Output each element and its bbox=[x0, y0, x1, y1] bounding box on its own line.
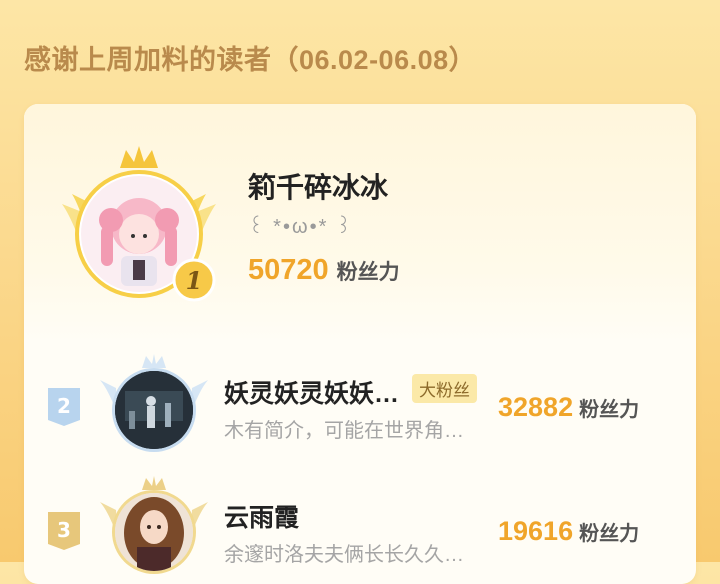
rank-3-entry[interactable]: 3 云雨霞 余邃时洛夫夫俩长长久久… 19616 粉丝力 bbox=[24, 462, 696, 582]
rank-2-signature: 木有简介，可能在世界角… bbox=[224, 420, 464, 442]
rank-2-number: 2 bbox=[57, 394, 71, 418]
avatar bbox=[115, 371, 193, 449]
rank-1-fans-label: 粉丝力 bbox=[336, 261, 400, 284]
rank-1-number: 1 bbox=[186, 266, 203, 295]
rank-2-fans: 32882 粉丝力 bbox=[498, 392, 639, 423]
rank-2-fans-count: 32882 bbox=[498, 392, 574, 422]
ranking-card: 1 筣千碎冰冰 ꒰ *•ω•* ꒱ 50720 粉丝力 2 妖灵妖灵妖妖… 大粉… bbox=[24, 104, 696, 584]
rank-2-avatar-frame bbox=[94, 354, 214, 464]
avatar bbox=[115, 493, 193, 571]
rank-1-fans: 50720 粉丝力 bbox=[248, 254, 400, 287]
big-fan-badge: 大粉丝 bbox=[412, 374, 477, 403]
rank-3-fans-label: 粉丝力 bbox=[579, 523, 640, 545]
rank-3-number: 3 bbox=[57, 518, 71, 542]
rank-2-entry[interactable]: 2 妖灵妖灵妖妖… 大粉丝 木有简介，可能在世界角… 32882 粉丝力 bbox=[24, 342, 696, 462]
page-title: 感谢上周加料的读者（06.02-06.08） bbox=[24, 45, 477, 75]
rank-3-name: 云雨霞 bbox=[224, 504, 300, 532]
rank-1-signature: ꒰ *•ω•* ꒱ bbox=[248, 216, 354, 238]
rank-3-fans-count: 19616 bbox=[498, 516, 574, 546]
rank-1-fans-count: 50720 bbox=[248, 254, 329, 286]
rank-3-avatar-frame bbox=[94, 476, 214, 584]
rank-1-avatar-frame: 1 bbox=[54, 144, 224, 314]
rank-2-name: 妖灵妖灵妖妖… bbox=[224, 380, 400, 408]
rank-1-medal-icon: 1 bbox=[172, 258, 216, 302]
rank-3-badge-icon: 3 bbox=[48, 512, 80, 550]
rank-3-fans: 19616 粉丝力 bbox=[498, 516, 639, 547]
rank-2-fans-label: 粉丝力 bbox=[579, 399, 640, 421]
rank-3-signature: 余邃时洛夫夫俩长长久久… bbox=[224, 544, 464, 566]
rank-2-badge-icon: 2 bbox=[48, 388, 80, 426]
rank-1-entry[interactable]: 1 筣千碎冰冰 ꒰ *•ω•* ꒱ 50720 粉丝力 bbox=[24, 104, 696, 342]
rank-1-name: 筣千碎冰冰 bbox=[248, 172, 389, 203]
